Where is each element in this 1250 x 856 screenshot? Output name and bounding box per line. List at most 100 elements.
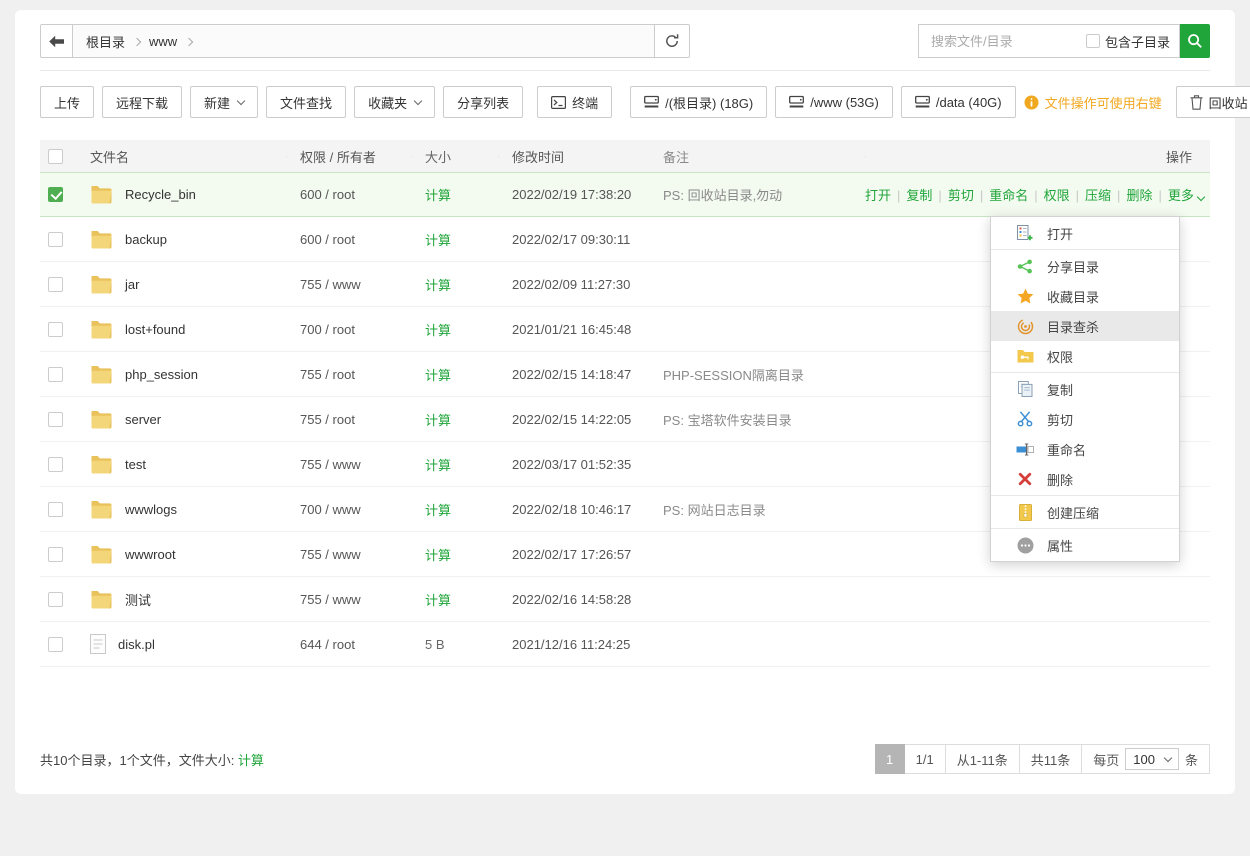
breadcrumb-root[interactable]: 根目录 <box>86 32 125 51</box>
file-note: PS: 宝塔软件安装目录 <box>663 410 865 429</box>
row-checkbox[interactable] <box>48 637 63 652</box>
per-page-select[interactable]: 100 <box>1125 748 1179 770</box>
recycle-bin-button[interactable]: 回收站 <box>1176 86 1250 118</box>
menu-item-delete[interactable]: 删除 <box>991 464 1179 494</box>
menu-item-open[interactable]: 打开 <box>991 218 1179 248</box>
per-page-suffix: 条 <box>1185 750 1198 769</box>
folder-icon <box>90 455 113 474</box>
file-search-button[interactable]: 文件查找 <box>266 86 346 118</box>
file-size[interactable]: 计算 <box>425 275 512 294</box>
row-action-more[interactable]: 更多 <box>1168 188 1204 203</box>
file-size[interactable]: 计算 <box>425 230 512 249</box>
row-action-rename[interactable]: 重命名 <box>989 188 1028 203</box>
menu-item-properties[interactable]: 属性 <box>991 530 1179 560</box>
row-checkbox[interactable] <box>48 277 63 292</box>
row-action-permission[interactable]: 权限 <box>1044 188 1070 203</box>
file-name[interactable]: wwwroot <box>125 547 176 562</box>
file-name[interactable]: jar <box>125 277 139 292</box>
file-size[interactable]: 计算 <box>425 185 512 204</box>
file-size[interactable]: 计算 <box>425 455 512 474</box>
file-name[interactable]: test <box>125 457 146 472</box>
folder-icon <box>90 545 113 564</box>
page-button-1[interactable]: 1 <box>875 744 905 774</box>
file-size[interactable]: 计算 <box>425 590 512 609</box>
file-size[interactable]: 计算 <box>425 320 512 339</box>
row-action-copy[interactable]: 复制 <box>906 188 932 203</box>
file-size[interactable]: 计算 <box>425 500 512 519</box>
row-checkbox[interactable] <box>48 187 63 202</box>
menu-item-folder-permission[interactable]: 权限 <box>991 341 1179 371</box>
menu-item-copy[interactable]: 复制 <box>991 374 1179 404</box>
file-name[interactable]: server <box>125 412 161 427</box>
file-name[interactable]: disk.pl <box>118 637 155 652</box>
upload-button[interactable]: 上传 <box>40 86 94 118</box>
action-separator: | <box>1158 188 1161 203</box>
table-row[interactable]: 测试 755 / www 计算 2022/02/16 14:58:28 <box>40 577 1210 622</box>
include-subdir-checkbox[interactable] <box>1086 34 1100 48</box>
search-icon <box>1187 33 1203 49</box>
file-perm: 755 / root <box>300 367 425 382</box>
refresh-button[interactable] <box>655 24 690 58</box>
row-action-open[interactable]: 打开 <box>865 188 891 203</box>
row-checkbox[interactable] <box>48 322 63 337</box>
file-size[interactable]: 计算 <box>425 545 512 564</box>
menu-item-share[interactable]: 分享目录 <box>991 251 1179 281</box>
menu-separator <box>991 249 1179 250</box>
file-note: PS: 回收站目录,勿动 <box>663 185 865 204</box>
action-separator: | <box>938 188 941 203</box>
file-name[interactable]: lost+found <box>125 322 185 337</box>
search-button[interactable] <box>1180 24 1210 58</box>
row-checkbox[interactable] <box>48 457 63 472</box>
column-header-name[interactable]: 文件名 <box>90 147 300 166</box>
file-name[interactable]: Recycle_bin <box>125 187 196 202</box>
file-name[interactable]: 测试 <box>125 590 151 609</box>
row-checkbox[interactable] <box>48 592 63 607</box>
row-action-cut[interactable]: 剪切 <box>948 188 974 203</box>
file-size[interactable]: 计算 <box>425 410 512 429</box>
folder-icon <box>90 500 113 519</box>
row-action-compress[interactable]: 压缩 <box>1085 188 1111 203</box>
file-perm: 644 / root <box>300 637 425 652</box>
file-name[interactable]: php_session <box>125 367 198 382</box>
share-list-button[interactable]: 分享列表 <box>443 86 523 118</box>
row-checkbox[interactable] <box>48 547 63 562</box>
row-checkbox[interactable] <box>48 502 63 517</box>
column-header-perm[interactable]: 权限 / 所有者 <box>300 147 425 166</box>
terminal-button[interactable]: 终端 <box>537 86 612 118</box>
disk-button-root[interactable]: /(根目录) (18G) <box>630 86 767 118</box>
row-checkbox[interactable] <box>48 367 63 382</box>
summary-text: 共10个目录，1个文件，文件大小: <box>40 753 238 768</box>
remote-download-button[interactable]: 远程下载 <box>102 86 182 118</box>
back-button[interactable] <box>40 24 73 58</box>
toolbar: 上传 远程下载 新建 文件查找 收藏夹 分享列表 终端 /(根目录) (18G)… <box>40 86 1210 118</box>
column-header-mtime[interactable]: 修改时间 <box>512 147 663 166</box>
pagination: 1 1/1 从1-11条 共11条 每页 100 条 <box>876 744 1210 774</box>
table-row[interactable]: disk.pl 644 / root 5 B 2021/12/16 11:24:… <box>40 622 1210 667</box>
menu-item-star[interactable]: 收藏目录 <box>991 281 1179 311</box>
menu-item-cut[interactable]: 剪切 <box>991 404 1179 434</box>
hard-drive-icon <box>789 95 804 109</box>
menu-item-compress[interactable]: 创建压缩 <box>991 497 1179 527</box>
search-input[interactable] <box>929 33 1086 50</box>
calc-size-link[interactable]: 计算 <box>238 753 264 768</box>
menu-item-scan[interactable]: 目录查杀 <box>991 311 1179 341</box>
row-action-delete[interactable]: 删除 <box>1126 188 1152 203</box>
disk-button-www[interactable]: /www (53G) <box>775 86 893 118</box>
file-size[interactable]: 计算 <box>425 365 512 384</box>
breadcrumb-current[interactable]: www <box>149 34 177 49</box>
menu-item-rename[interactable]: 重命名 <box>991 434 1179 464</box>
file-name[interactable]: wwwlogs <box>125 502 177 517</box>
new-dropdown[interactable]: 新建 <box>190 86 258 118</box>
row-checkbox[interactable] <box>48 232 63 247</box>
favorites-dropdown[interactable]: 收藏夹 <box>354 86 435 118</box>
search-group: 包含子目录 <box>918 24 1210 58</box>
table-row[interactable]: Recycle_bin 600 / root 计算 2022/02/19 17:… <box>40 172 1210 217</box>
select-all-checkbox[interactable] <box>48 149 63 164</box>
file-name[interactable]: backup <box>125 232 167 247</box>
file-perm: 755 / root <box>300 412 425 427</box>
row-checkbox[interactable] <box>48 412 63 427</box>
action-separator: | <box>897 188 900 203</box>
disk-button-data[interactable]: /data (40G) <box>901 86 1016 118</box>
row-actions: 打开|复制|剪切|重命名|权限|压缩|删除|更多 <box>865 185 1222 204</box>
summary: 共10个目录，1个文件，文件大小: 计算 <box>40 750 264 769</box>
